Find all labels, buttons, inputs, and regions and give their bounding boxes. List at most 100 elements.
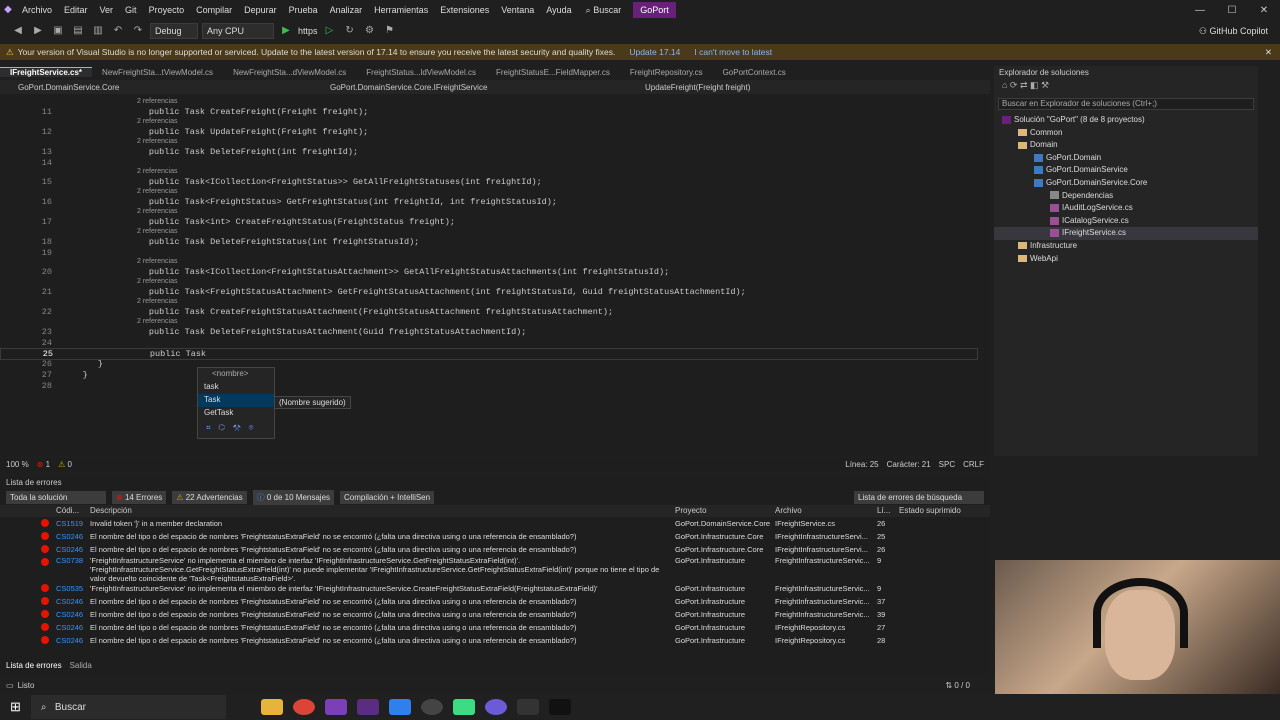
- error-code[interactable]: CS0246: [56, 597, 83, 606]
- solution-tree-item[interactable]: Infrastructure: [994, 240, 1258, 253]
- solution-tree-item[interactable]: Dependencias: [994, 190, 1258, 203]
- autocomplete-filter-icons[interactable]: ⌗⌬⚒⌾: [198, 420, 274, 436]
- menu-item[interactable]: Archivo: [16, 5, 58, 15]
- refresh-icon[interactable]: ↻: [342, 24, 358, 38]
- error-column-header[interactable]: Archivo: [775, 505, 877, 517]
- error-column-header[interactable]: Proyecto: [675, 505, 775, 517]
- redo-icon[interactable]: ↷: [130, 24, 146, 38]
- error-row[interactable]: CS1519 Invalid token '}' in a member decl…: [0, 517, 990, 530]
- solution-tree-item[interactable]: GoPort.Domain: [994, 152, 1258, 165]
- error-code[interactable]: CS1519: [56, 519, 83, 528]
- taskbar-search[interactable]: ⌕ Buscar: [30, 695, 226, 719]
- reference-count[interactable]: 2 referencias: [137, 318, 177, 325]
- error-row[interactable]: CS0246 El nombre del tipo o del espacio d…: [0, 543, 990, 556]
- solution-tree-item[interactable]: GoPort.DomainService: [994, 164, 1258, 177]
- error-code[interactable]: CS0246: [56, 610, 83, 619]
- platform-select[interactable]: Any CPU: [202, 23, 274, 39]
- search-menu[interactable]: ⌕ Buscar: [578, 5, 630, 16]
- autocomplete-item[interactable]: GetTask: [198, 407, 274, 420]
- menu-item[interactable]: Ventana: [495, 5, 540, 15]
- error-row[interactable]: CS0246 El nombre del tipo o del espacio d…: [0, 608, 990, 621]
- error-row[interactable]: CS0246 El nombre del tipo o del espacio d…: [0, 634, 990, 647]
- solution-tree-item[interactable]: IFreightService.cs: [994, 227, 1258, 240]
- cursor-app-icon[interactable]: [548, 699, 571, 715]
- undo-icon[interactable]: ↶: [110, 24, 126, 38]
- warnings-filter[interactable]: ⚠ 22 Advertencias: [172, 490, 247, 504]
- reference-count[interactable]: 2 referencias: [137, 138, 177, 145]
- terminal-icon[interactable]: [516, 699, 539, 715]
- chrome-icon[interactable]: [292, 699, 315, 715]
- solution-tree-item[interactable]: IAuditLogService.cs: [994, 202, 1258, 215]
- config-select[interactable]: Debug: [150, 23, 198, 39]
- nav-member[interactable]: UpdateFreight(Freight freight): [645, 83, 750, 92]
- android-studio-icon[interactable]: [452, 699, 475, 715]
- reference-count[interactable]: 2 referencias: [137, 98, 177, 105]
- solution-tree-item[interactable]: WebApi: [994, 253, 1258, 266]
- menu-item[interactable]: Editar: [58, 5, 94, 15]
- document-tab[interactable]: NewFreightSta...tViewModel.cs: [92, 68, 223, 77]
- error-code[interactable]: CS0246: [56, 623, 83, 632]
- save-all-icon[interactable]: ▥: [90, 24, 106, 38]
- media-app-icon[interactable]: [356, 699, 379, 715]
- minimize-button[interactable]: —: [1184, 5, 1216, 16]
- bottom-tab[interactable]: Salida: [70, 661, 92, 673]
- document-tab[interactable]: FreightRepository.cs: [620, 68, 713, 77]
- bookmark-icon[interactable]: ⚑: [382, 24, 398, 38]
- error-column-header[interactable]: Descripción: [90, 505, 675, 517]
- solution-tree-item[interactable]: Domain: [994, 139, 1258, 152]
- autocomplete-item[interactable]: task: [198, 381, 274, 394]
- dismiss-link[interactable]: I can't move to latest: [694, 47, 772, 57]
- error-column-header[interactable]: Códi...: [0, 505, 90, 517]
- error-count[interactable]: ⊗ 1: [37, 460, 50, 469]
- messages-filter[interactable]: ⓘ 0 de 10 Mensajes: [252, 489, 335, 505]
- save-icon[interactable]: ▤: [70, 24, 86, 38]
- start-icon[interactable]: ⊞: [10, 699, 21, 715]
- copilot-button[interactable]: ⚇ GitHub Copilot: [1199, 26, 1268, 37]
- error-row[interactable]: CS0246 El nombre del tipo o del espacio d…: [0, 595, 990, 608]
- github-desktop-icon[interactable]: [420, 699, 443, 715]
- solution-search-input[interactable]: Buscar en Explorador de soluciones (Ctrl…: [998, 98, 1254, 110]
- code-editor[interactable]: 2 referencias 11 public Task CreateFreigh…: [0, 94, 990, 456]
- error-code[interactable]: CS0246: [56, 545, 83, 554]
- menu-item[interactable]: Herramientas: [368, 5, 434, 15]
- nav-project[interactable]: GoPort.DomainService.Core: [0, 83, 330, 92]
- error-row[interactable]: CS0535 'FreightInfrastructureService' no …: [0, 582, 990, 595]
- menu-item[interactable]: Ver: [94, 5, 120, 15]
- menu-item[interactable]: Git: [119, 5, 143, 15]
- zoom-level[interactable]: 100 %: [6, 460, 29, 469]
- document-tab[interactable]: IFreightService.cs*: [0, 67, 93, 77]
- update-link[interactable]: Update 17.14: [629, 47, 680, 57]
- document-tab[interactable]: GoPortContext.cs: [713, 68, 796, 77]
- menu-item[interactable]: Compilar: [190, 5, 238, 15]
- run-icon[interactable]: ▶: [278, 24, 294, 38]
- reference-count[interactable]: 2 referencias: [137, 118, 177, 125]
- obs-icon[interactable]: [484, 699, 507, 715]
- document-tab[interactable]: NewFreightSta...dViewModel.cs: [223, 68, 356, 77]
- solution-tree-item[interactable]: Solución "GoPort" (8 de 8 proyectos): [994, 114, 1258, 127]
- reference-count[interactable]: 2 referencias: [137, 298, 177, 305]
- build-filter[interactable]: Compilación + IntelliSen: [340, 490, 435, 504]
- reference-count[interactable]: 2 referencias: [137, 188, 177, 195]
- reference-count[interactable]: 2 referencias: [137, 168, 177, 175]
- nav-type[interactable]: GoPort.DomainService.Core.IFreightServic…: [330, 83, 645, 92]
- new-project-icon[interactable]: ▣: [50, 24, 66, 38]
- scope-select[interactable]: Toda la solución: [6, 490, 106, 504]
- solution-tree-item[interactable]: ICatalogService.cs: [994, 215, 1258, 228]
- solution-tree-item[interactable]: GoPort.DomainService.Core: [994, 177, 1258, 190]
- menu-item[interactable]: Analizar: [324, 5, 369, 15]
- error-code[interactable]: CS0738: [56, 556, 83, 565]
- error-search-input[interactable]: Lista de errores de búsqueda: [854, 490, 984, 504]
- reference-count[interactable]: 2 referencias: [137, 278, 177, 285]
- line-ending[interactable]: CRLF: [963, 460, 984, 469]
- run-without-debug-icon[interactable]: ▷: [322, 24, 338, 38]
- toolbar-tool-icon[interactable]: ⚙: [362, 24, 378, 38]
- menu-item[interactable]: Extensiones: [434, 5, 495, 15]
- indent-mode[interactable]: SPC: [939, 460, 955, 469]
- solution-explorer-toolbar[interactable]: ⌂ ⟳ ⇄ ◧ ⚒: [994, 80, 1258, 94]
- file-explorer-icon[interactable]: [260, 699, 283, 715]
- reference-count[interactable]: 2 referencias: [137, 228, 177, 235]
- errors-filter[interactable]: ⊗ 14 Errores: [112, 490, 167, 504]
- solution-tree-item[interactable]: Common: [994, 127, 1258, 140]
- document-tab[interactable]: FreightStatusE...FieldMapper.cs: [486, 68, 620, 77]
- error-column-header[interactable]: Lí...: [877, 505, 899, 517]
